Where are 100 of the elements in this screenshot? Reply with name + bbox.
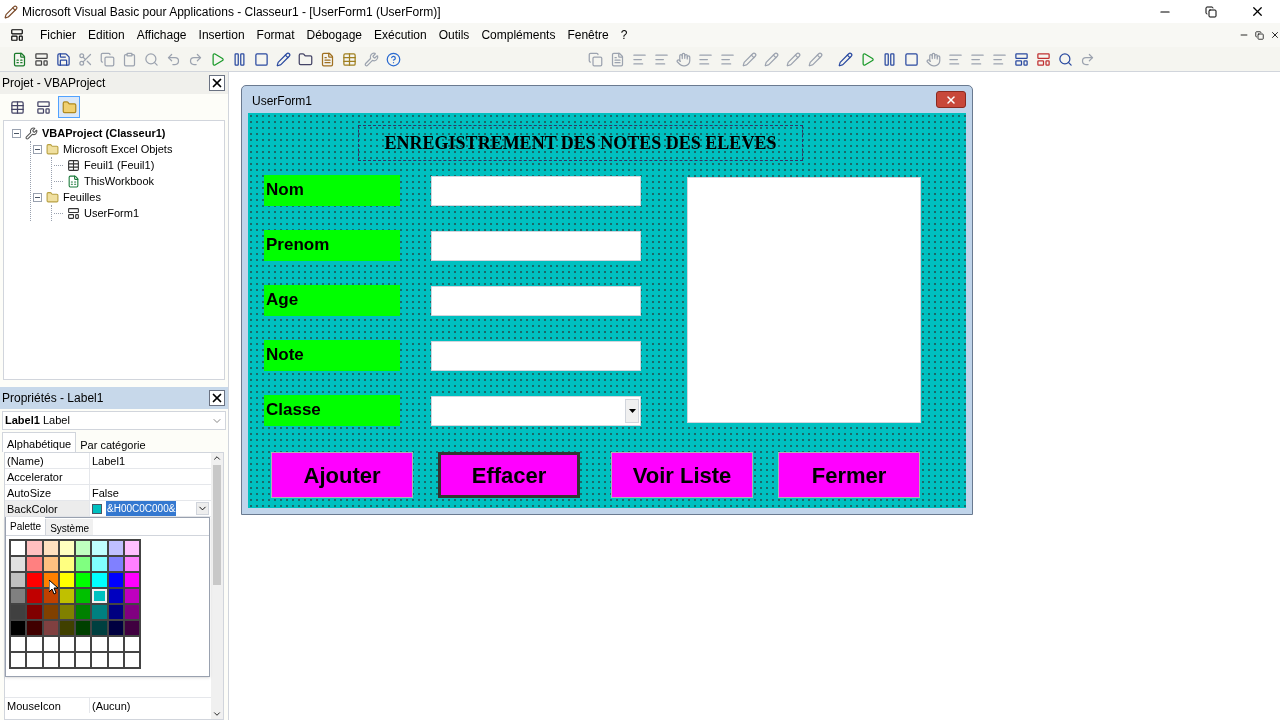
menu-item[interactable]: Insertion — [192, 26, 251, 44]
color-swatch[interactable] — [59, 541, 74, 555]
close-icon[interactable] — [1270, 30, 1280, 40]
color-swatch[interactable] — [27, 621, 42, 635]
text-field[interactable] — [431, 286, 641, 316]
color-swatch[interactable] — [11, 621, 26, 635]
color-swatch[interactable] — [108, 605, 123, 619]
property-value[interactable]: False — [90, 485, 119, 500]
color-swatch[interactable] — [11, 541, 26, 555]
color-swatch[interactable] — [76, 637, 91, 651]
collapse-toggle-icon[interactable] — [33, 144, 42, 154]
menu-item[interactable]: Edition — [82, 26, 131, 44]
color-swatch[interactable] — [27, 589, 42, 603]
color-swatch[interactable] — [92, 653, 107, 667]
form-button[interactable]: Ajouter — [271, 452, 413, 498]
color-swatch[interactable] — [76, 541, 91, 555]
color-swatch[interactable] — [76, 621, 91, 635]
color-swatch[interactable] — [11, 653, 26, 667]
color-swatch[interactable] — [92, 589, 107, 603]
color-swatch[interactable] — [124, 573, 139, 587]
dropdown-button[interactable] — [625, 399, 639, 423]
color-swatch[interactable] — [27, 637, 42, 651]
color-swatch[interactable] — [59, 573, 74, 587]
toggle-folders-icon[interactable] — [58, 96, 80, 118]
menu-item[interactable]: Compléments — [475, 26, 562, 44]
color-swatch[interactable] — [124, 621, 139, 635]
color-swatch[interactable] — [124, 637, 139, 651]
color-swatch[interactable] — [27, 653, 42, 667]
scroll-down-icon[interactable] — [212, 709, 222, 719]
color-swatch[interactable] — [27, 541, 42, 555]
tree-item[interactable]: Microsoft Excel Objets — [63, 140, 173, 158]
property-value[interactable]: &H00C0C000& — [106, 501, 177, 516]
close-button[interactable] — [209, 75, 225, 91]
scrollbar[interactable] — [211, 453, 223, 719]
text-field[interactable] — [431, 176, 641, 206]
color-swatch[interactable] — [76, 573, 91, 587]
color-swatch[interactable] — [11, 557, 26, 571]
form-button[interactable]: Fermer — [778, 452, 920, 498]
color-swatch[interactable] — [92, 637, 107, 651]
color-swatch[interactable] — [43, 541, 58, 555]
color-swatch[interactable] — [11, 637, 26, 651]
tab[interactable]: Alphabétique — [2, 432, 77, 452]
color-swatch[interactable] — [43, 653, 58, 667]
scroll-up-icon[interactable] — [212, 453, 222, 463]
color-swatch[interactable] — [92, 557, 107, 571]
tree-item[interactable]: VBAProject (Classeur1) — [42, 124, 166, 142]
tab[interactable]: Système — [45, 519, 94, 535]
tree-item[interactable]: Feuilles — [63, 188, 101, 206]
tab[interactable]: Palette — [6, 517, 46, 535]
color-swatch[interactable] — [43, 605, 58, 619]
form-button[interactable]: Effacer — [438, 452, 580, 498]
color-swatch[interactable] — [124, 557, 139, 571]
menu-item[interactable]: Fenêtre — [561, 26, 615, 44]
color-swatch[interactable] — [108, 573, 123, 587]
close-button[interactable] — [209, 390, 225, 406]
color-swatch[interactable] — [59, 589, 74, 603]
property-value[interactable]: Label1 — [90, 453, 126, 468]
color-swatch[interactable] — [108, 541, 123, 555]
color-swatch[interactable] — [11, 605, 26, 619]
color-swatch[interactable] — [108, 557, 123, 571]
color-swatch[interactable] — [108, 589, 123, 603]
color-swatch[interactable] — [108, 621, 123, 635]
menu-item[interactable]: Fichier — [34, 26, 82, 44]
color-swatch[interactable] — [124, 653, 139, 667]
color-swatch[interactable] — [76, 653, 91, 667]
color-swatch[interactable] — [124, 589, 139, 603]
color-swatch[interactable] — [59, 653, 74, 667]
tree-item[interactable]: UserForm1 — [84, 204, 139, 222]
color-swatch[interactable] — [59, 637, 74, 651]
color-swatch[interactable] — [76, 605, 91, 619]
color-swatch[interactable] — [92, 621, 107, 635]
restore-icon[interactable] — [1205, 5, 1217, 18]
form-button[interactable]: Voir Liste — [611, 452, 753, 498]
color-swatch[interactable] — [59, 621, 74, 635]
text-field[interactable] — [431, 341, 641, 371]
text-field[interactable] — [431, 231, 641, 261]
tab[interactable]: Par catégorie — [76, 435, 150, 452]
color-swatch[interactable] — [59, 557, 74, 571]
property-value[interactable]: (Aucun) — [90, 698, 131, 713]
color-swatch[interactable] — [108, 653, 123, 667]
menu-item[interactable]: Exécution — [368, 26, 433, 44]
color-swatch[interactable] — [76, 589, 91, 603]
tree-item[interactable]: ThisWorkbook — [84, 172, 155, 190]
collapse-toggle-icon[interactable] — [12, 128, 21, 138]
color-swatch[interactable] — [43, 637, 58, 651]
color-swatch[interactable] — [124, 541, 139, 555]
color-swatch[interactable] — [11, 589, 26, 603]
close-button[interactable] — [936, 91, 966, 108]
color-swatch[interactable] — [59, 605, 74, 619]
menu-item[interactable]: Débogage — [300, 26, 368, 44]
menu-item[interactable]: ? — [614, 26, 634, 44]
menu-item[interactable]: Outils — [432, 26, 476, 44]
menu-item[interactable]: Affichage — [130, 26, 193, 44]
color-swatch[interactable] — [108, 637, 123, 651]
form-icon[interactable] — [10, 28, 24, 42]
color-swatch[interactable] — [11, 573, 26, 587]
restore-icon[interactable] — [1255, 30, 1264, 40]
color-swatch[interactable] — [92, 541, 107, 555]
color-swatch[interactable] — [27, 573, 42, 587]
tree-item[interactable]: Feuil1 (Feuil1) — [84, 156, 155, 174]
